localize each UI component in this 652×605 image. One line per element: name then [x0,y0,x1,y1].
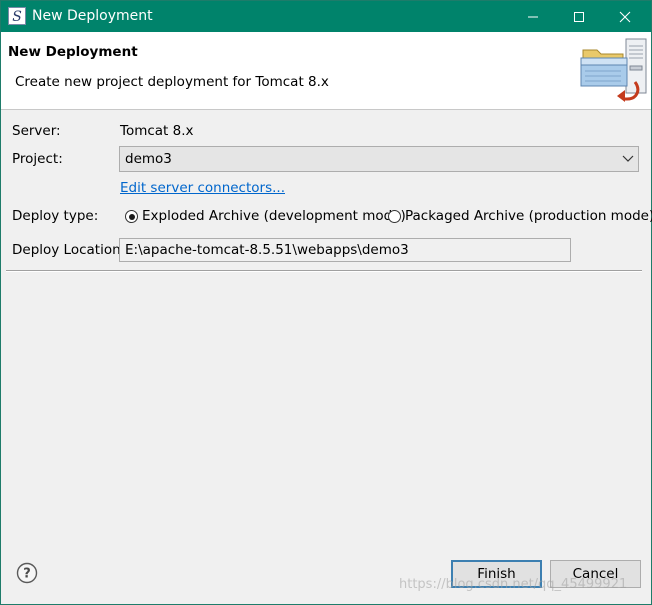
deploy-location-value: E:\apache-tomcat-8.5.51\webapps\demo3 [125,242,409,258]
packaged-archive-label[interactable]: Packaged Archive (production mode) [405,208,652,224]
title-bar[interactable]: S New Deployment [1,1,651,32]
project-select[interactable]: demo3 [119,146,639,172]
app-icon: S [8,7,26,25]
deploy-location-field[interactable]: E:\apache-tomcat-8.5.51\webapps\demo3 [119,238,571,262]
form-separator [6,270,642,272]
close-button[interactable] [602,1,648,32]
server-label: Server: [12,123,61,139]
exploded-archive-label[interactable]: Exploded Archive (development mode) [142,208,406,224]
finish-button[interactable]: Finish [451,560,542,588]
help-button[interactable]: ? [16,562,38,584]
dialog-window: S New Deployment New Deployment Create n… [0,0,652,605]
deploy-type-label: Deploy type: [12,208,99,224]
chevron-down-icon [622,155,634,162]
project-label: Project: [12,151,63,167]
edit-server-connectors-link[interactable]: Edit server connectors... [120,180,285,196]
cancel-button[interactable]: Cancel [550,560,641,588]
deploy-location-label: Deploy Location: [12,242,126,258]
maximize-button[interactable] [556,1,602,32]
exploded-archive-radio[interactable] [125,210,138,223]
maximize-icon [574,12,584,22]
banner-description: Create new project deployment for Tomcat… [15,74,329,90]
banner-title: New Deployment [8,44,138,60]
help-icon: ? [16,562,38,584]
project-select-value: demo3 [125,151,172,167]
window-title: New Deployment [32,8,153,24]
packaged-archive-radio[interactable] [388,210,401,223]
deployment-wizard-icon [577,36,649,102]
svg-text:?: ? [23,567,31,582]
wizard-banner: New Deployment Create new project deploy… [1,32,651,110]
minimize-button[interactable] [510,1,556,32]
minimize-icon [528,16,538,18]
close-icon [619,11,631,23]
server-value: Tomcat 8.x [120,123,194,139]
svg-text:S: S [12,9,22,25]
